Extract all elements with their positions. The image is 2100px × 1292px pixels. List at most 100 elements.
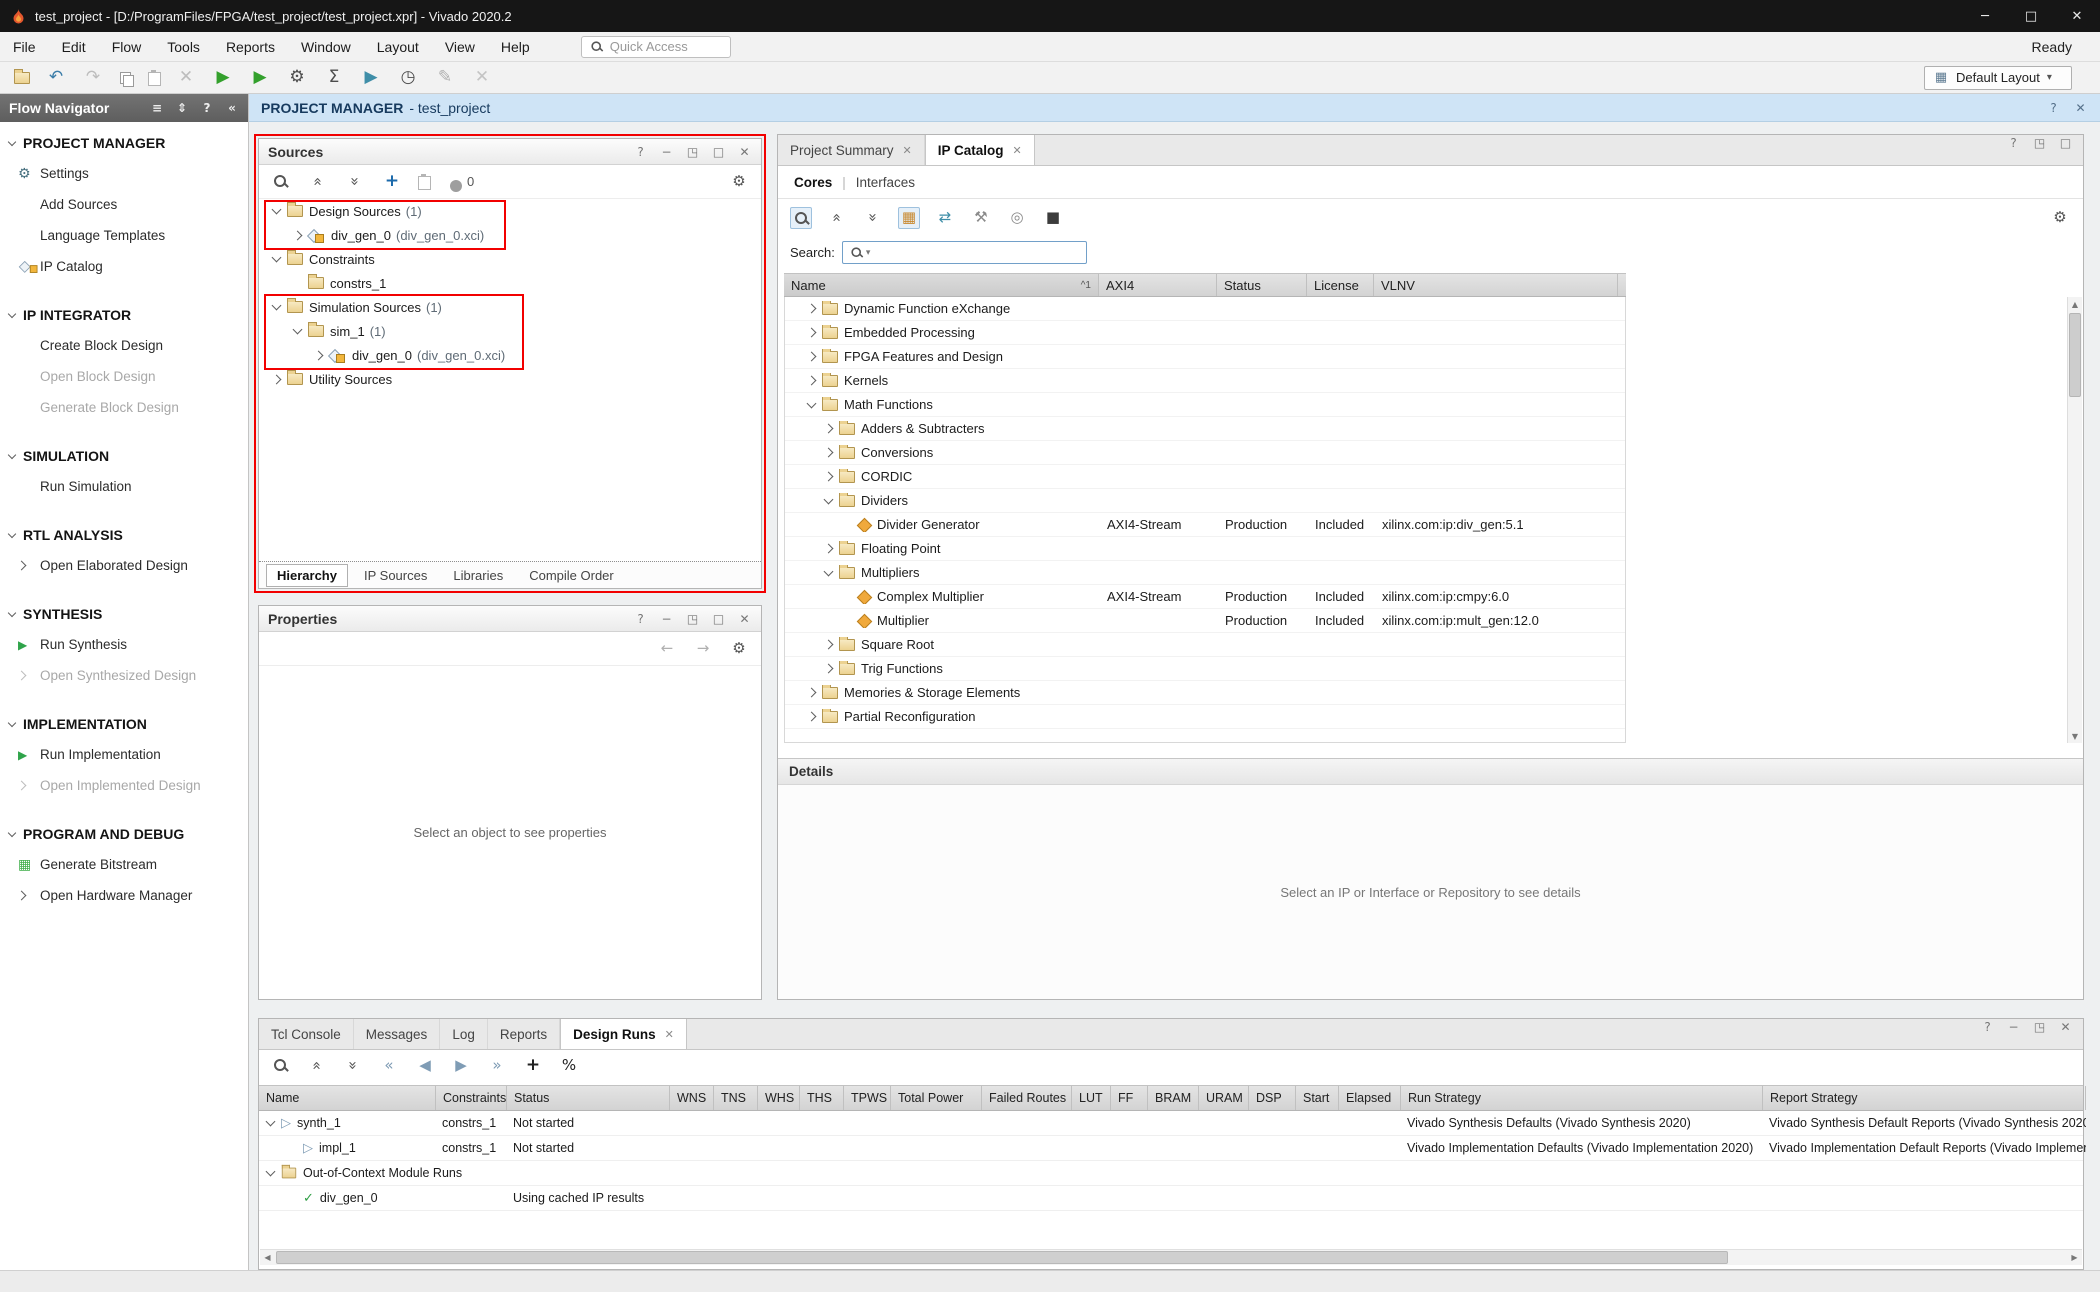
flownav-item-run-implementation[interactable]: ▶Run Implementation bbox=[0, 739, 248, 770]
menu-view[interactable]: View bbox=[432, 32, 488, 61]
flownav-section-program-and-debug[interactable]: PROGRAM AND DEBUG bbox=[0, 819, 248, 849]
help-icon[interactable]: ? bbox=[633, 144, 648, 159]
collapse-all-icon[interactable]: » bbox=[307, 171, 329, 193]
chevron-right-icon[interactable] bbox=[824, 448, 834, 458]
sources-tab-libraries[interactable]: Libraries bbox=[443, 565, 513, 586]
group-by-icon[interactable]: ▦ bbox=[898, 207, 920, 229]
source-tree-item-div-gen-0[interactable]: div_gen_0(div_gen_0.xci) bbox=[259, 223, 761, 247]
catalog-row-floating-point[interactable]: Floating Point bbox=[785, 537, 1625, 561]
forward-icon[interactable]: → bbox=[692, 638, 714, 660]
column-header-ths[interactable]: THS bbox=[800, 1086, 844, 1110]
menu-file[interactable]: File bbox=[0, 32, 49, 61]
sources-tab-hierarchy[interactable]: Hierarchy bbox=[266, 564, 348, 587]
chevron-right-icon[interactable] bbox=[824, 640, 834, 650]
column-header-bram[interactable]: BRAM bbox=[1148, 1086, 1199, 1110]
vertical-scrollbar[interactable]: ▲ ▼ bbox=[2067, 297, 2082, 743]
source-tree-item-design-sources[interactable]: Design Sources(1) bbox=[259, 199, 761, 223]
chevron-right-icon[interactable] bbox=[272, 374, 282, 384]
minimize-icon[interactable]: − bbox=[659, 611, 674, 626]
chevron-right-icon[interactable] bbox=[824, 664, 834, 674]
close-icon[interactable]: ✕ bbox=[2073, 100, 2088, 115]
settings-gear-icon[interactable]: ⚙ bbox=[728, 638, 750, 660]
details-header[interactable]: Details bbox=[778, 758, 2083, 785]
column-header-ff[interactable]: FF bbox=[1111, 1086, 1148, 1110]
source-tree-item-sim-1[interactable]: sim_1(1) bbox=[259, 319, 761, 343]
float-icon[interactable]: ◳ bbox=[2032, 1019, 2047, 1034]
view-cores[interactable]: Cores bbox=[794, 175, 832, 190]
tab-messages[interactable]: Messages bbox=[354, 1019, 441, 1049]
back-icon[interactable]: ← bbox=[656, 638, 678, 660]
expand-all-icon[interactable]: » bbox=[344, 171, 366, 193]
chevron-down-icon[interactable] bbox=[272, 253, 282, 263]
column-header-start[interactable]: Start bbox=[1296, 1086, 1339, 1110]
column-header-report-strategy[interactable]: Report Strategy bbox=[1763, 1086, 2086, 1110]
maximize-button[interactable]: □ bbox=[2008, 0, 2054, 32]
chevron-right-icon[interactable] bbox=[293, 230, 303, 240]
menu-layout[interactable]: Layout bbox=[364, 32, 432, 61]
search-icon[interactable] bbox=[270, 171, 292, 193]
flownav-section-implementation[interactable]: IMPLEMENTATION bbox=[0, 709, 248, 739]
close-icon[interactable]: ✕ bbox=[665, 1028, 674, 1041]
catalog-row-square-root[interactable]: Square Root bbox=[785, 633, 1625, 657]
menu-tools[interactable]: Tools bbox=[154, 32, 213, 61]
help-icon[interactable]: ? bbox=[2046, 100, 2061, 115]
catalog-row-memories-storage-elements[interactable]: Memories & Storage Elements bbox=[785, 681, 1625, 705]
settings-gear-icon[interactable]: ⚙ bbox=[286, 67, 308, 89]
column-header-name[interactable]: Name^1 bbox=[784, 274, 1099, 296]
sources-panel-header[interactable]: Sources ?−◳□✕ bbox=[259, 139, 761, 165]
catalog-row-multipliers[interactable]: Multipliers bbox=[785, 561, 1625, 585]
catalog-row-divider-generator[interactable]: Divider GeneratorAXI4-StreamProductionIn… bbox=[785, 513, 1625, 537]
redo-icon[interactable]: ↷ bbox=[82, 67, 104, 89]
float-icon[interactable]: ◳ bbox=[685, 144, 700, 159]
run-row-out-of-context-module-runs[interactable]: Out-of-Context Module Runs bbox=[259, 1161, 2083, 1186]
flownav-item-open-implemented-design[interactable]: Open Implemented Design bbox=[0, 770, 248, 801]
dock-icon[interactable]: ≡ bbox=[150, 101, 164, 115]
horizontal-scrollbar[interactable]: ◀ ▶ bbox=[260, 1249, 2082, 1265]
catalog-row-multiplier[interactable]: MultiplierProductionIncludedxilinx.com:i… bbox=[785, 609, 1625, 633]
stop-icon[interactable]: ■ bbox=[1042, 207, 1064, 229]
help-icon[interactable]: ? bbox=[1980, 1019, 1995, 1034]
help-icon[interactable]: ? bbox=[633, 611, 648, 626]
close-button[interactable]: ✕ bbox=[2054, 0, 2100, 32]
collapse-panel-icon[interactable]: « bbox=[225, 101, 239, 115]
delete-icon[interactable]: ✕ bbox=[175, 67, 197, 89]
source-tree-item-div-gen-0[interactable]: div_gen_0(div_gen_0.xci) bbox=[259, 343, 761, 367]
step-first-icon[interactable]: « bbox=[378, 1055, 400, 1077]
chevron-right-icon[interactable] bbox=[807, 328, 817, 338]
scroll-up-arrow[interactable]: ▲ bbox=[2068, 297, 2082, 311]
column-header-status[interactable]: Status bbox=[1217, 274, 1307, 296]
chevron-right-icon[interactable] bbox=[824, 544, 834, 554]
tab-project-summary[interactable]: Project Summary✕ bbox=[778, 135, 925, 165]
catalog-row-dynamic-function-exchange[interactable]: Dynamic Function eXchange bbox=[785, 297, 1625, 321]
chevron-right-icon[interactable] bbox=[824, 472, 834, 482]
column-header-elapsed[interactable]: Elapsed bbox=[1339, 1086, 1401, 1110]
dialog-icon[interactable]: ◎ bbox=[1006, 207, 1028, 229]
chevron-right-icon[interactable] bbox=[824, 424, 834, 434]
abort-icon[interactable]: ✕ bbox=[471, 67, 493, 89]
collapse-all-icon[interactable]: » bbox=[826, 207, 848, 229]
catalog-row-fpga-features-and-design[interactable]: FPGA Features and Design bbox=[785, 345, 1625, 369]
flownav-item-open-elaborated-design[interactable]: Open Elaborated Design bbox=[0, 550, 248, 581]
maximize-icon[interactable]: □ bbox=[711, 611, 726, 626]
catalog-row-adders-subtracters[interactable]: Adders & Subtracters bbox=[785, 417, 1625, 441]
percent-icon[interactable]: % bbox=[558, 1055, 580, 1077]
run-icon[interactable]: ▶ bbox=[212, 67, 234, 89]
quick-access-search[interactable]: Quick Access bbox=[581, 36, 731, 58]
search-icon[interactable] bbox=[790, 207, 812, 229]
collapse-all-icon[interactable]: » bbox=[306, 1055, 328, 1077]
create-run-icon[interactable]: + bbox=[522, 1055, 544, 1077]
column-header-axi4[interactable]: AXI4 bbox=[1099, 274, 1217, 296]
layout-selector[interactable]: ▦ Default Layout ▾ bbox=[1924, 66, 2072, 90]
menu-reports[interactable]: Reports bbox=[213, 32, 288, 61]
source-tree-item-simulation-sources[interactable]: Simulation Sources(1) bbox=[259, 295, 761, 319]
flownav-section-rtl-analysis[interactable]: RTL ANALYSIS bbox=[0, 520, 248, 550]
column-header-wns[interactable]: WNS bbox=[670, 1086, 714, 1110]
chevron-down-icon[interactable] bbox=[272, 301, 282, 311]
open-project-icon[interactable] bbox=[14, 72, 30, 84]
column-header-tns[interactable]: TNS bbox=[714, 1086, 758, 1110]
scrollbar-thumb[interactable] bbox=[276, 1251, 1728, 1264]
menu-help[interactable]: Help bbox=[488, 32, 543, 61]
flownav-item-generate-block-design[interactable]: Generate Block Design bbox=[0, 392, 248, 423]
column-header-status[interactable]: Status bbox=[507, 1086, 670, 1110]
chevron-down-icon[interactable] bbox=[266, 1117, 276, 1127]
